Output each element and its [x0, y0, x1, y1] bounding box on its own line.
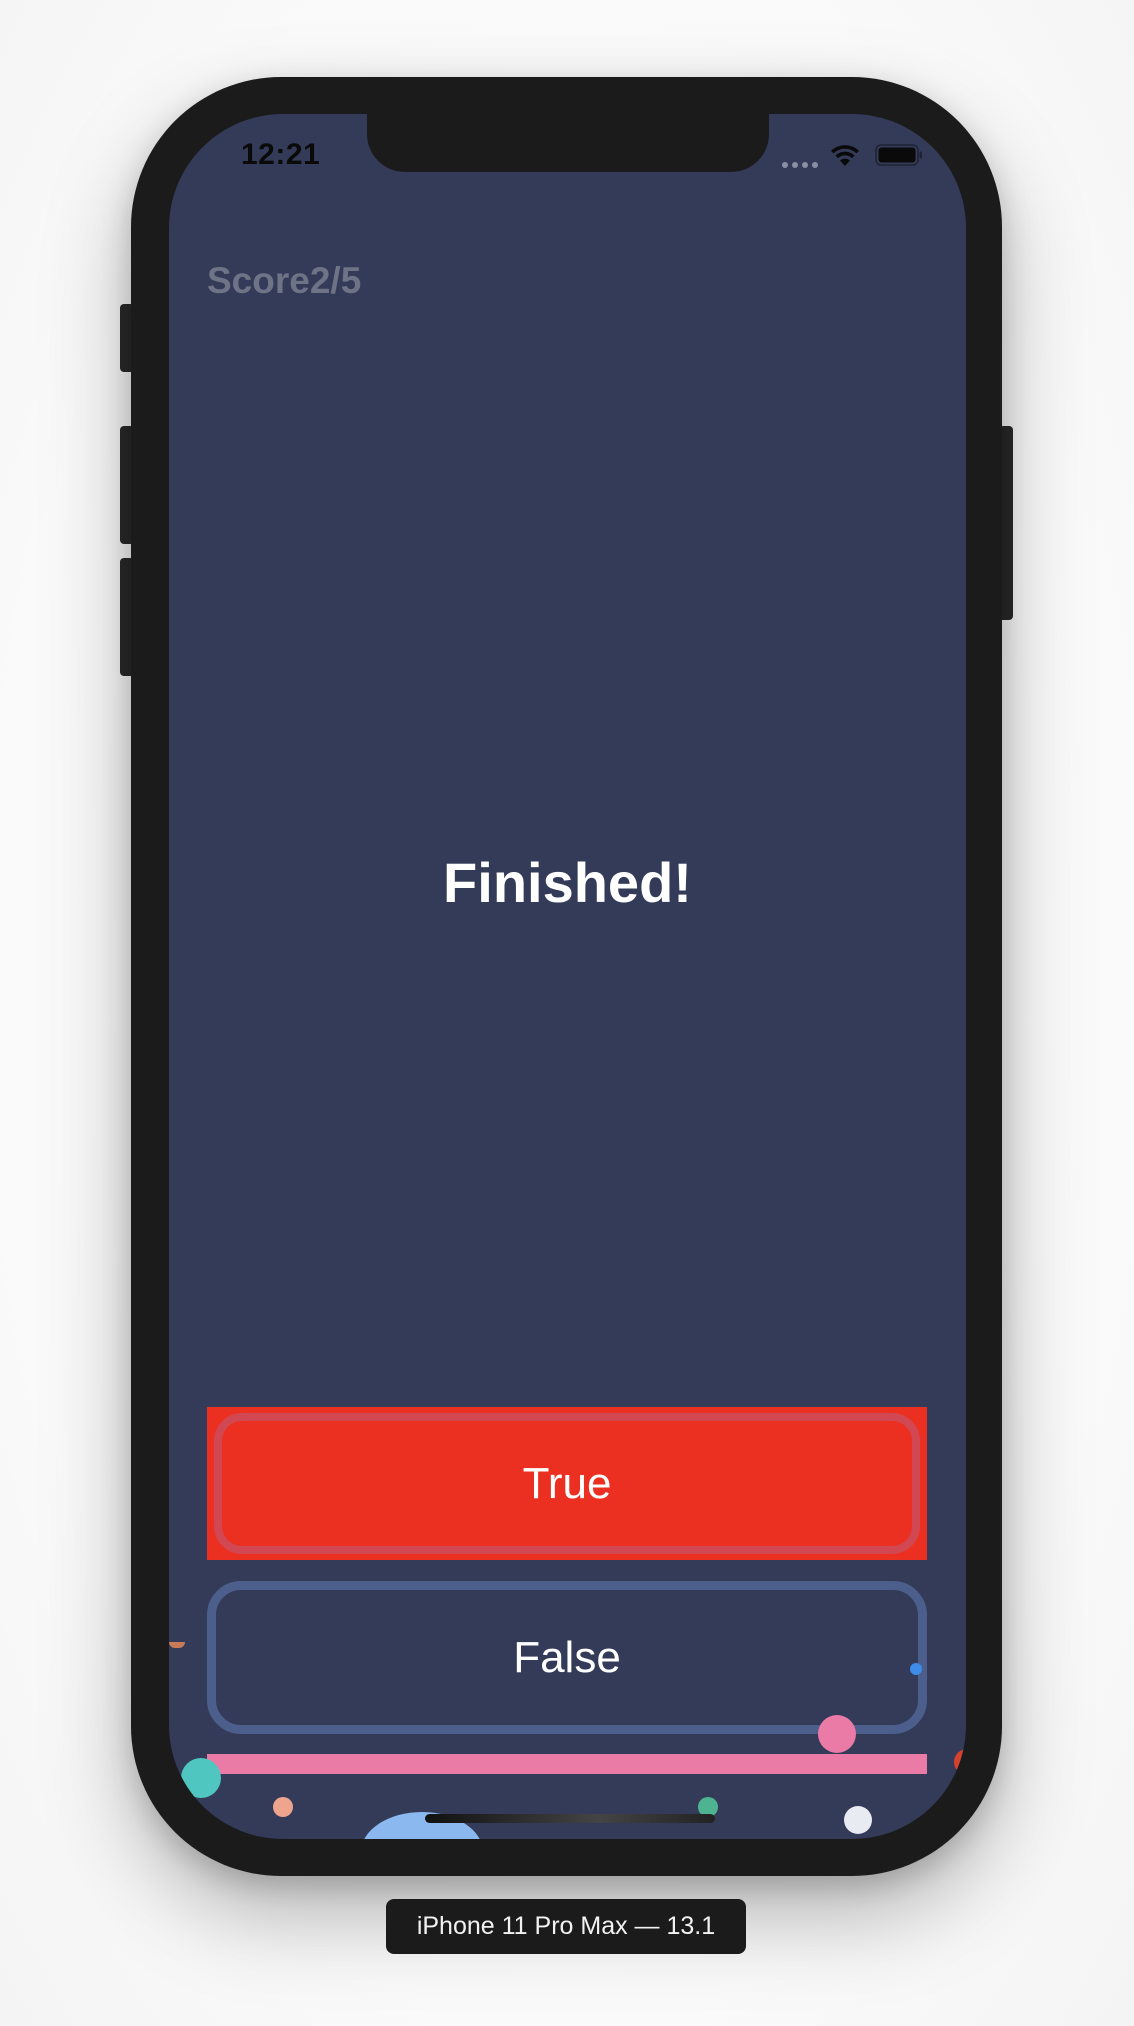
app-screen: 12:21 Score2/5 Finished! True False — [169, 114, 966, 1839]
battery-icon — [875, 144, 922, 166]
wifi-icon — [831, 145, 859, 166]
confetti-particle — [169, 1642, 185, 1648]
true-button[interactable]: True — [207, 1407, 927, 1560]
true-button-label: True — [522, 1458, 612, 1508]
score-label: Score2/5 — [207, 260, 362, 301]
notch — [367, 114, 769, 172]
confetti-particle — [844, 1806, 872, 1834]
home-indicator[interactable] — [425, 1814, 715, 1823]
confetti-particle — [273, 1797, 293, 1817]
progress-bar — [207, 1754, 927, 1774]
simulator-canvas: 12:21 Score2/5 Finished! True False iPho… — [0, 0, 1134, 2026]
finished-message: Finished! — [443, 851, 692, 914]
confetti-particle — [910, 1663, 922, 1675]
device-caption: iPhone 11 Pro Max — 13.1 — [386, 1899, 746, 1954]
confetti-particle — [818, 1715, 856, 1753]
confetti-particle — [954, 1749, 966, 1775]
cellular-signal-icon — [782, 162, 818, 168]
false-button[interactable]: False — [207, 1581, 927, 1734]
phone-frame: 12:21 Score2/5 Finished! True False — [131, 77, 1002, 1876]
confetti-particle — [181, 1758, 221, 1798]
false-button-label: False — [513, 1632, 621, 1682]
status-time: 12:21 — [241, 138, 321, 171]
